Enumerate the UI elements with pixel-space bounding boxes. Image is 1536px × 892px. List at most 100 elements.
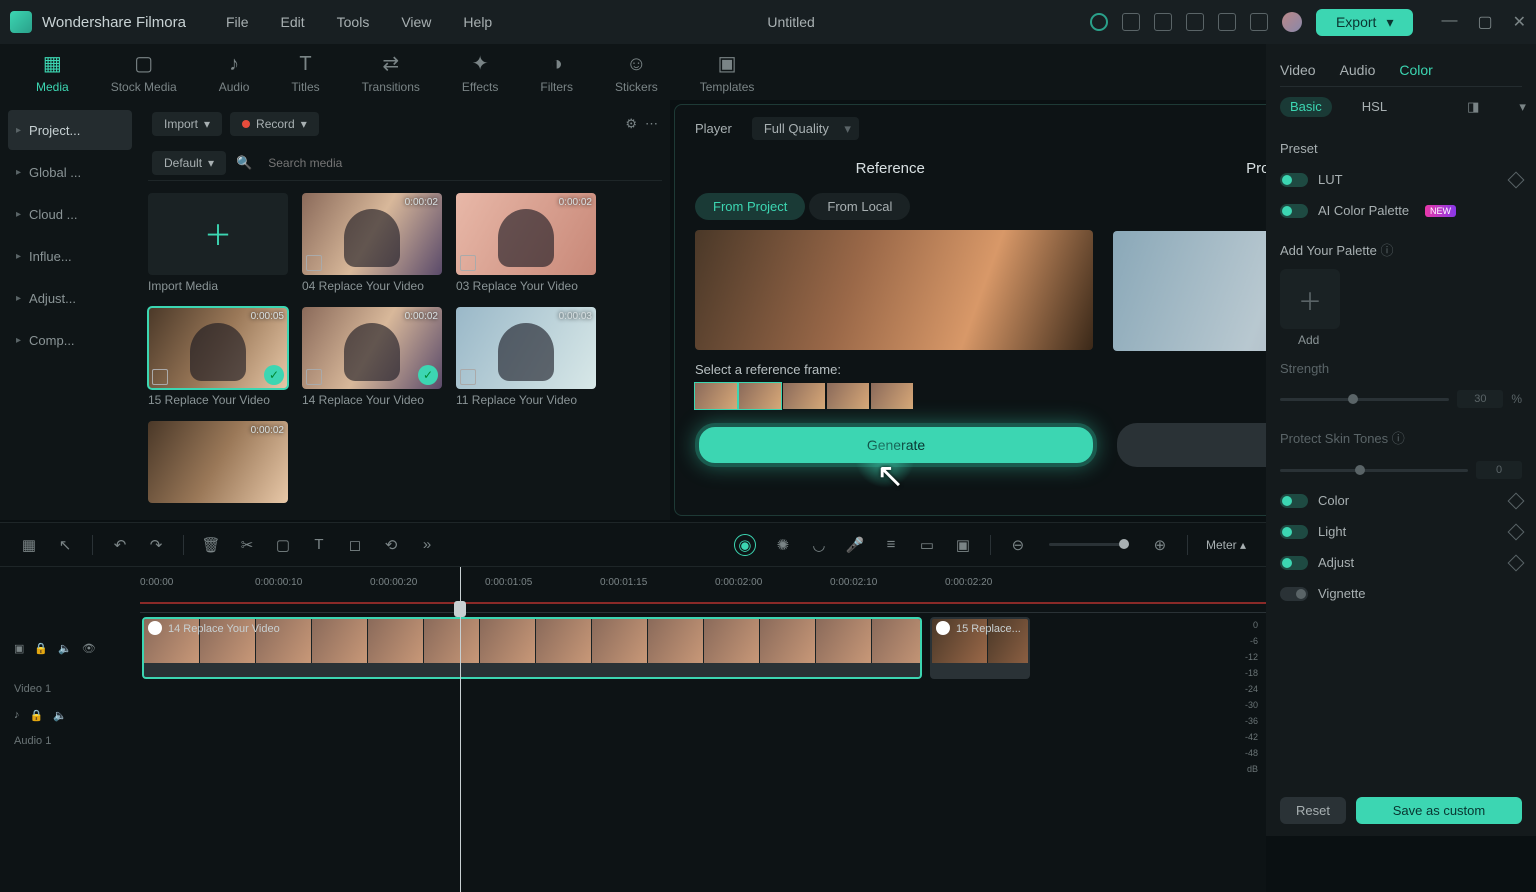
toggle-on-icon[interactable] [1280, 556, 1308, 570]
light-row[interactable]: Light [1280, 516, 1522, 547]
video-track[interactable]: 14 Replace Your Video 15 Replace... [140, 613, 1266, 683]
time-ruler[interactable]: 0:00:000:00:00:100:00:00:200:00:01:050:0… [140, 567, 1266, 613]
mic-icon[interactable]: 🎤 [846, 536, 864, 554]
tab-media[interactable]: ▦Media [24, 45, 81, 100]
sidebar-item-project[interactable]: ▸Project... [8, 110, 132, 150]
playhead[interactable] [460, 567, 461, 892]
ai-palette-row[interactable]: AI Color Palette NEW [1280, 195, 1522, 226]
menu-view[interactable]: View [401, 14, 431, 30]
cloud-icon[interactable] [1186, 13, 1204, 31]
delete-icon[interactable]: 🗑 [202, 536, 220, 554]
reset-button[interactable]: Reset [1280, 797, 1346, 824]
frame-thumb[interactable] [783, 383, 825, 409]
info-icon[interactable]: ⓘ [1392, 431, 1405, 446]
menu-file[interactable]: File [226, 14, 249, 30]
keyframe-icon[interactable] [1508, 492, 1525, 509]
mute-icon[interactable]: 🔈 [53, 709, 67, 722]
lock-icon[interactable]: 🔒 [34, 642, 48, 655]
tab-transitions[interactable]: ⇄Transitions [350, 45, 432, 100]
marker-icon[interactable]: ▭ [918, 536, 936, 554]
adjust-row[interactable]: Adjust [1280, 547, 1522, 578]
shield-icon[interactable]: ◡ [810, 536, 828, 554]
add-palette-button[interactable]: ＋ [1280, 269, 1340, 329]
from-project-tab[interactable]: From Project [695, 193, 805, 220]
visibility-icon[interactable]: 👁 [82, 642, 96, 655]
reference-preview[interactable] [695, 230, 1093, 350]
save-custom-button[interactable]: Save as custom [1356, 797, 1522, 824]
avatar[interactable] [1282, 12, 1302, 32]
record-button[interactable]: Record▾ [230, 112, 319, 136]
speed-icon[interactable]: ✺ [774, 536, 792, 554]
split-icon[interactable]: ✂ [238, 536, 256, 554]
selection-tool-icon[interactable]: ↖ [56, 536, 74, 554]
frame-thumb[interactable] [827, 383, 869, 409]
caption-icon[interactable]: ▣ [954, 536, 972, 554]
apps-grid-icon[interactable] [1250, 13, 1268, 31]
crop-icon[interactable]: ▢ [274, 536, 292, 554]
sidebar-item-cloud[interactable]: ▸Cloud ... [8, 194, 132, 234]
keyframe-icon[interactable] [1508, 523, 1525, 540]
sidebar-item-global[interactable]: ▸Global ... [8, 152, 132, 192]
sidebar-item-influence[interactable]: ▸Influe... [8, 236, 132, 276]
toggle-on-icon[interactable] [1280, 494, 1308, 508]
keyframe-icon[interactable] [1508, 554, 1525, 571]
frame-icon[interactable]: ◻ [346, 536, 364, 554]
media-item[interactable]: 0:00:03 11 Replace Your Video [456, 307, 596, 407]
audio-track-header[interactable]: ♪ 🔒 🔈 [0, 695, 140, 735]
minimize-icon[interactable]: — [1441, 12, 1457, 32]
compare-icon[interactable]: ◨ [1457, 97, 1489, 117]
link-icon[interactable]: ⟲ [382, 536, 400, 554]
import-media-tile[interactable]: ＋ Import Media [148, 193, 288, 293]
device-icon[interactable] [1122, 13, 1140, 31]
player-tab[interactable]: Player [695, 121, 732, 136]
zoom-in-icon[interactable]: ⊕ [1151, 536, 1169, 554]
lut-row[interactable]: LUT [1280, 164, 1522, 195]
quality-select[interactable]: Full Quality [752, 117, 859, 140]
from-local-tab[interactable]: From Local [809, 193, 910, 220]
skin-slider[interactable]: 0 [1280, 455, 1522, 485]
sidebar-item-adjust[interactable]: ▸Adjust... [8, 278, 132, 318]
strength-slider[interactable]: 30 % [1280, 384, 1522, 414]
toggle-on-icon[interactable] [1280, 525, 1308, 539]
frame-thumb[interactable] [871, 383, 913, 409]
prop-tab-video[interactable]: Video [1280, 62, 1316, 78]
tab-effects[interactable]: ✦Effects [450, 45, 510, 100]
toggle-on-icon[interactable] [1280, 204, 1308, 218]
media-item[interactable]: 0:00:02 03 Replace Your Video [456, 193, 596, 293]
tab-titles[interactable]: TTitles [279, 47, 331, 100]
meter-toggle[interactable]: Meter ▴ [1206, 538, 1246, 552]
info-icon[interactable]: ⓘ [1380, 243, 1393, 258]
search-input[interactable] [262, 150, 658, 176]
maximize-icon[interactable]: ▢ [1477, 12, 1492, 32]
headphones-icon[interactable] [1218, 13, 1236, 31]
media-item[interactable]: 0:00:02 04 Replace Your Video [302, 193, 442, 293]
import-button[interactable]: Import▾ [152, 112, 222, 136]
keyframe-icon[interactable] [1508, 171, 1525, 188]
zoom-slider[interactable] [1049, 543, 1129, 546]
reference-frame-strip[interactable] [695, 383, 1093, 409]
ai-tool-icon[interactable]: ◉ [734, 534, 756, 556]
filter-icon[interactable]: ⚙ [625, 116, 637, 132]
tab-audio[interactable]: ♪Audio [207, 47, 262, 100]
mixer-icon[interactable]: ≡ [882, 536, 900, 554]
color-row[interactable]: Color [1280, 485, 1522, 516]
menu-tools[interactable]: Tools [337, 14, 370, 30]
timeline-clip[interactable]: 15 Replace... [930, 617, 1030, 679]
prop-tab-color[interactable]: Color [1399, 62, 1432, 78]
tab-stickers[interactable]: ☺Stickers [603, 47, 670, 100]
save-icon[interactable] [1154, 13, 1172, 31]
frame-thumb[interactable] [695, 383, 737, 409]
zoom-out-icon[interactable]: ⊖ [1009, 536, 1027, 554]
tab-filters[interactable]: ◑Filters [528, 47, 585, 100]
toggle-off-icon[interactable] [1280, 587, 1308, 601]
close-icon[interactable]: ✕ [1513, 12, 1526, 32]
timeline-clip[interactable]: 14 Replace Your Video [142, 617, 922, 679]
tab-stock-media[interactable]: ▢Stock Media [99, 45, 189, 100]
media-item[interactable]: 0:00:02✓ 14 Replace Your Video [302, 307, 442, 407]
text-icon[interactable]: T [310, 536, 328, 554]
record-status-icon[interactable] [1090, 13, 1108, 31]
subtab-hsl[interactable]: HSL [1352, 97, 1397, 117]
timeline-tracks[interactable]: 0:00:000:00:00:100:00:00:200:00:01:050:0… [140, 567, 1266, 892]
more-icon[interactable]: ⋯ [645, 116, 658, 132]
export-button[interactable]: Export▾ [1316, 9, 1414, 36]
